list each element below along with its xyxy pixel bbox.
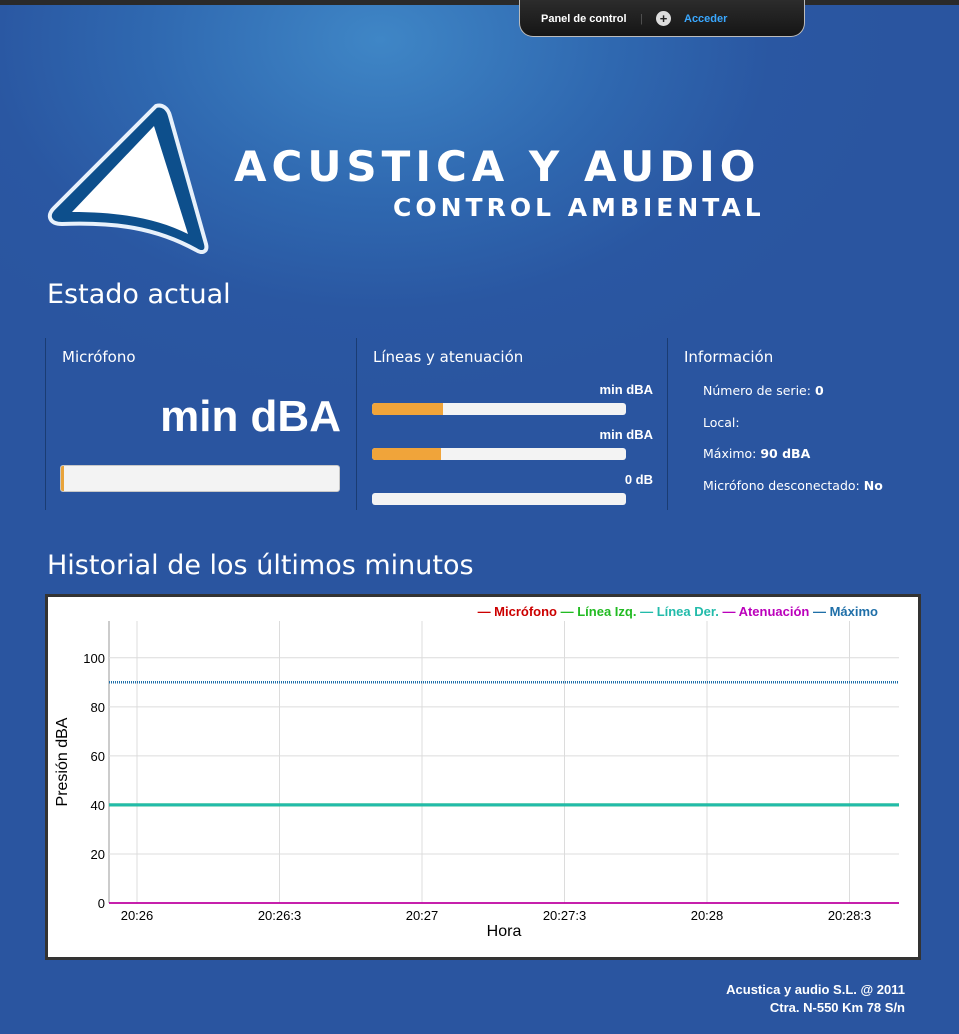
brand-logo <box>47 103 209 254</box>
info-desconectado: Micrófono desconectado: No <box>703 478 883 493</box>
x-axis-label: Hora <box>487 923 522 940</box>
lineas-title: Líneas y atenuación <box>373 348 524 366</box>
y-tick-label: 40 <box>91 798 105 813</box>
y-tick-label: 0 <box>98 896 105 911</box>
microfono-level-bar <box>60 465 340 492</box>
x-tick-label: 20:26:3 <box>258 908 301 923</box>
y-tick-label: 80 <box>91 700 105 715</box>
x-tick-label: 20:26 <box>121 908 154 923</box>
login-link[interactable]: Acceder <box>684 13 727 25</box>
brand-subtitle: CONTROL AMBIENTAL <box>393 193 765 222</box>
info-serie-label: Número de serie: <box>703 383 811 398</box>
info-maximo: Máximo: 90 dBA <box>703 446 810 461</box>
info-desconectado-label: Micrófono desconectado: <box>703 478 860 493</box>
linea-izq-label: min dBA <box>599 382 653 397</box>
info-serie: Número de serie: 0 <box>703 383 824 398</box>
linea-der-fill <box>372 448 441 460</box>
estado-title: Estado actual <box>47 279 231 310</box>
info-maximo-label: Máximo: <box>703 446 757 461</box>
linea-der-label: min dBA <box>599 427 653 442</box>
microfono-title: Micrófono <box>62 348 136 366</box>
legend-item: — Micrófono <box>478 604 561 619</box>
microfono-panel: Micrófono min dBA <box>45 338 357 510</box>
linea-izq-fill <box>372 403 444 415</box>
linea-izq-bar <box>372 403 626 415</box>
microfono-level-fill <box>61 466 64 491</box>
chart-legend: — Micrófono — Línea Izq. — Línea Der. — … <box>478 604 878 619</box>
brand-title: ACUSTICA Y AUDIO <box>234 142 761 191</box>
info-local: Local: <box>703 415 744 430</box>
y-tick-label: 100 <box>83 651 105 666</box>
legend-item: — Atenuación <box>722 604 813 619</box>
x-tick-label: 20:28:3 <box>828 908 871 923</box>
x-tick-label: 20:28 <box>691 908 724 923</box>
atenuacion-label: 0 dB <box>624 472 653 487</box>
y-tick-label: 60 <box>91 749 105 764</box>
info-local-label: Local: <box>703 415 740 430</box>
top-nav: Panel de control | + Acceder <box>519 0 805 37</box>
historial-chart: 0 20 40 60 80 100 20:26 20:26:3 20:27 20:27:3 20:2… <box>45 594 921 960</box>
linea-der-bar <box>372 448 626 460</box>
info-maximo-value: 90 dBA <box>760 446 811 461</box>
footer-company: Acustica y audio S.L. @ 2011 <box>726 982 905 997</box>
x-tick-label: 20:27 <box>406 908 439 923</box>
informacion-title: Información <box>684 348 774 366</box>
info-desconectado-value: No <box>863 478 883 493</box>
microfono-value: min dBA <box>160 392 341 441</box>
info-serie-value: 0 <box>814 383 824 398</box>
informacion-panel: Información Número de serie: 0 Local: Máx… <box>667 338 918 510</box>
nav-separator: | <box>640 13 643 25</box>
lineas-panel: Líneas y atenuación min dBA min dBA 0 dB <box>356 338 668 510</box>
top-strip <box>0 0 959 5</box>
x-tick-label: 20:27:3 <box>543 908 586 923</box>
legend-item: — Línea Izq. <box>561 604 640 619</box>
plus-icon[interactable]: + <box>656 11 671 26</box>
chart-svg: 0 20 40 60 80 100 20:26 20:26:3 20:27 20:27:3 20:2… <box>54 604 899 940</box>
y-tick-label: 20 <box>91 847 105 862</box>
panel-control-link[interactable]: Panel de control <box>541 13 627 25</box>
historial-title: Historial de los últimos minutos <box>47 550 474 581</box>
y-axis-label: Presión dBA <box>54 717 71 806</box>
legend-item: — Línea Der. <box>640 604 722 619</box>
legend-item: — Máximo <box>813 604 878 619</box>
footer-address: Ctra. N-550 Km 78 S/n <box>769 1000 905 1015</box>
atenuacion-bar <box>372 493 626 505</box>
